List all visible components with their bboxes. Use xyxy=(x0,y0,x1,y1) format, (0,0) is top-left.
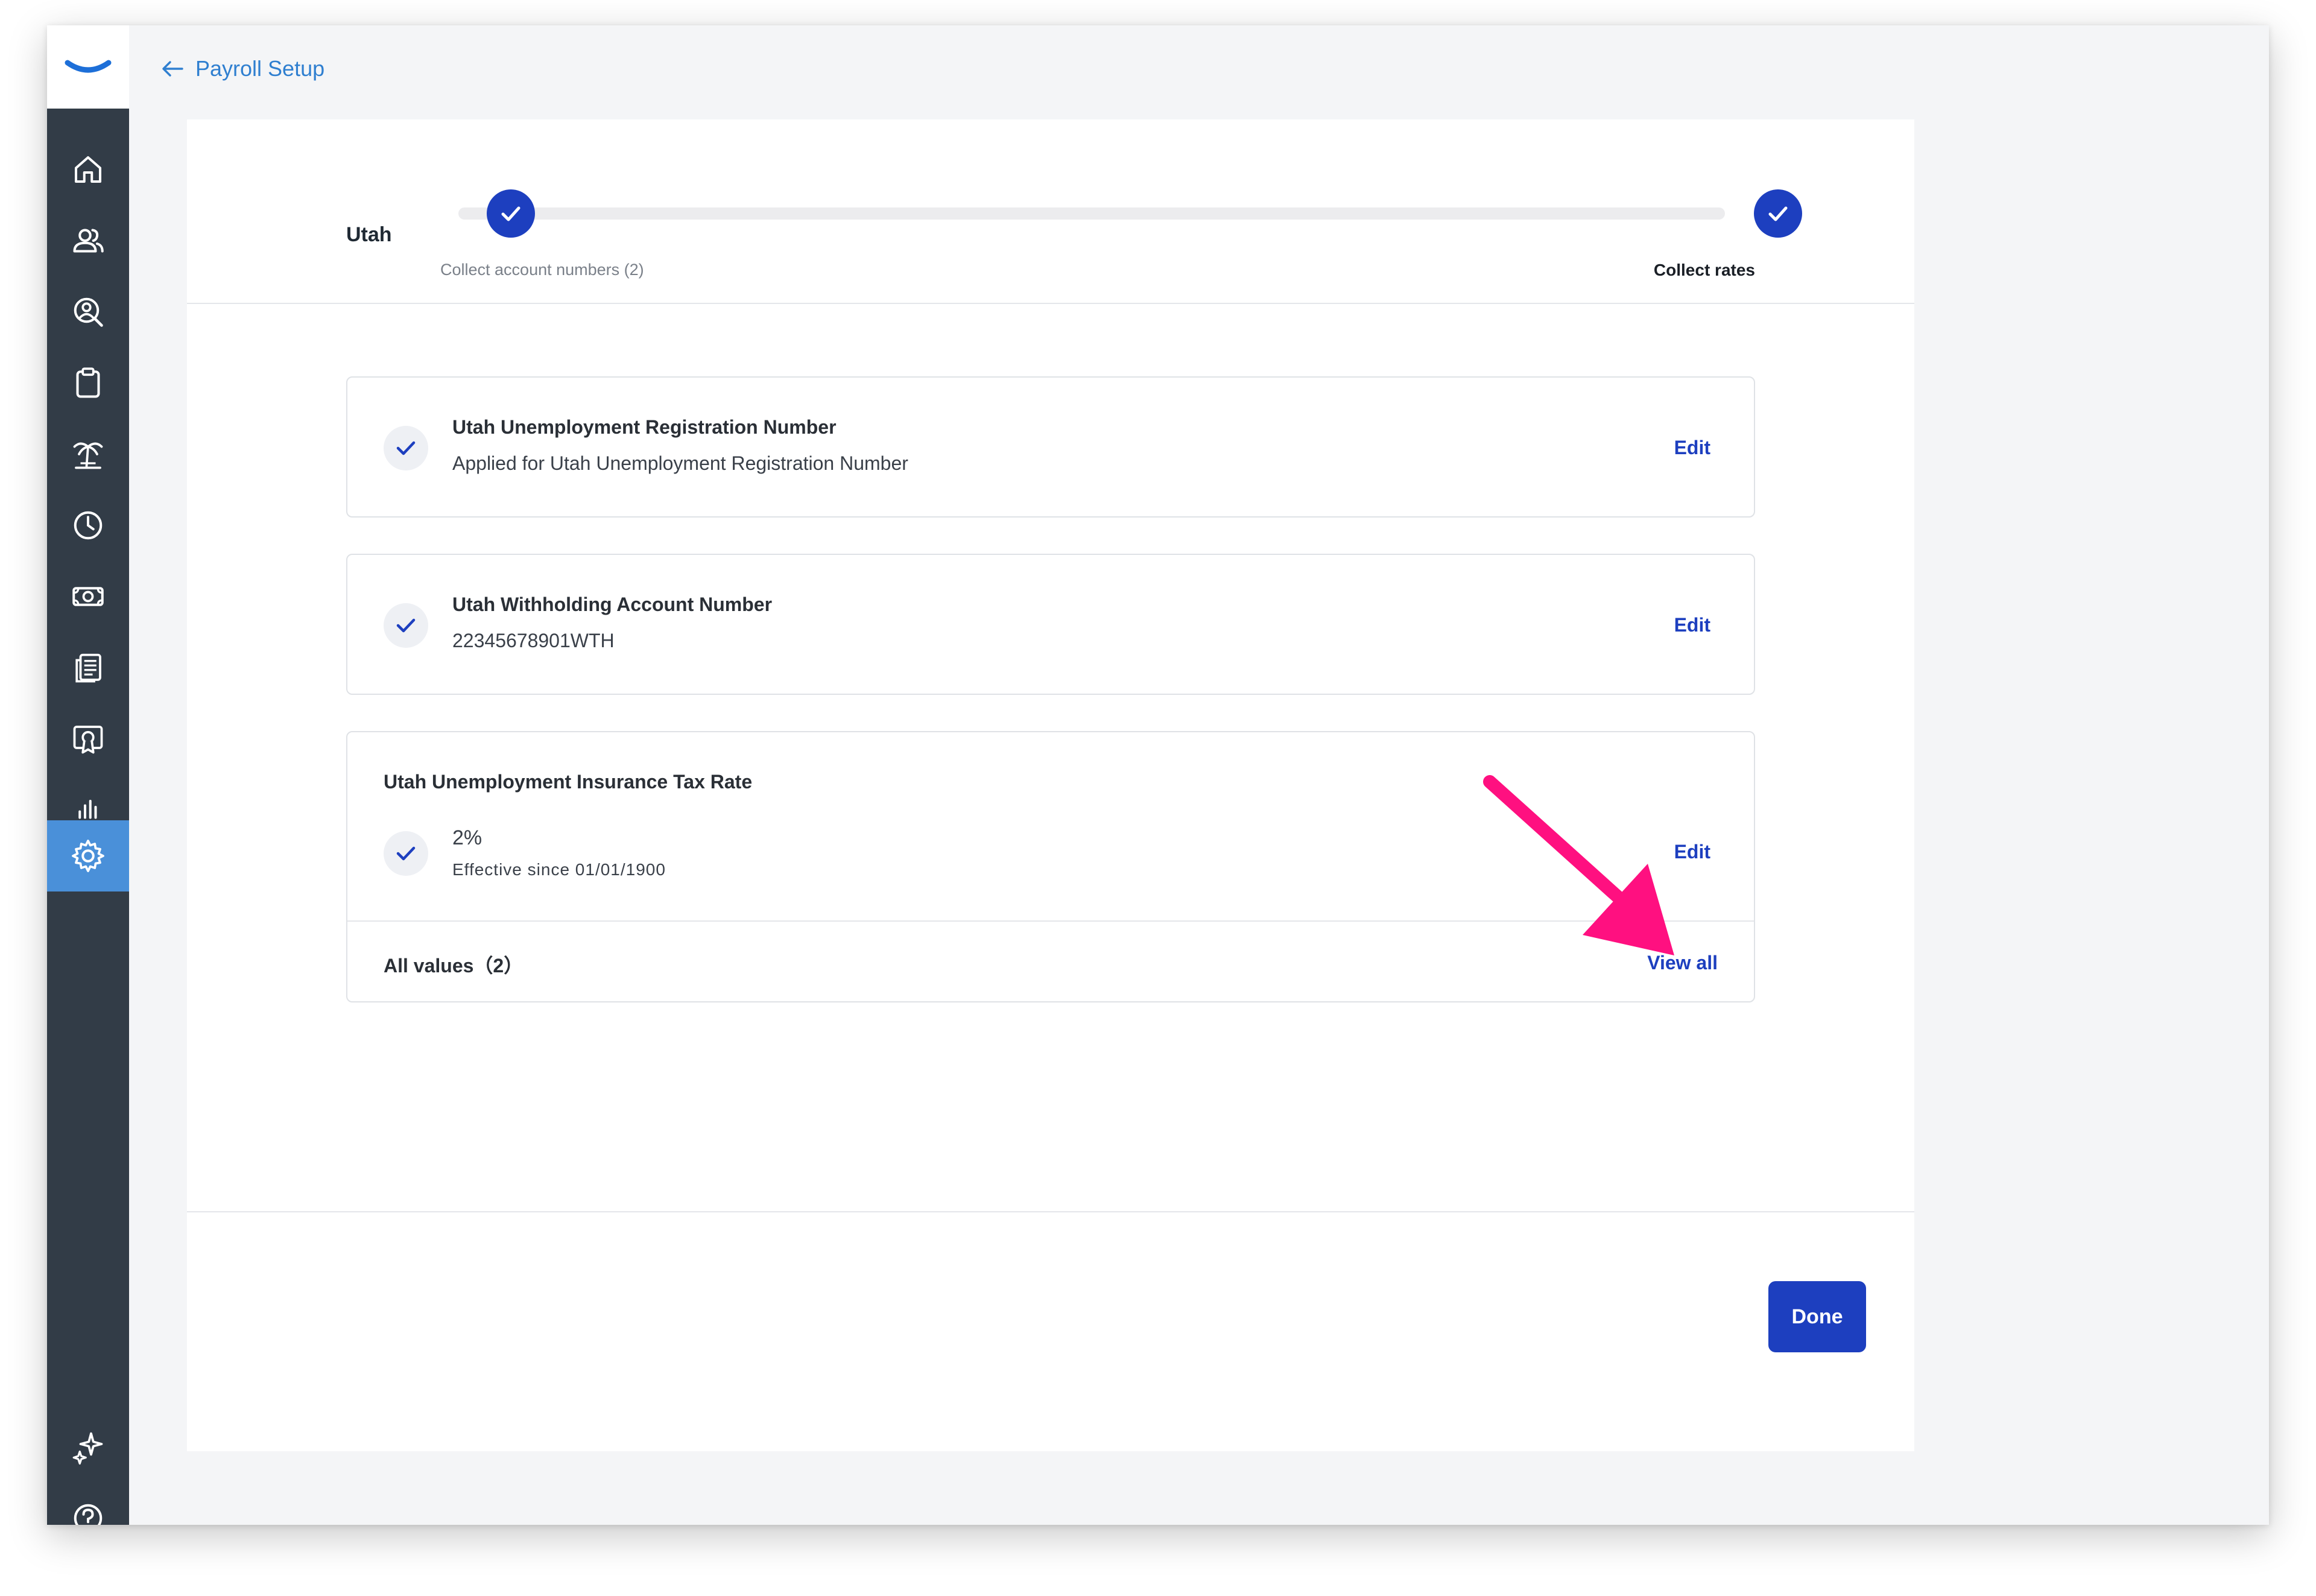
step-2-label: Collect rates xyxy=(1653,261,1755,279)
progress-track xyxy=(458,207,1725,220)
certificate-icon xyxy=(73,726,103,754)
arrow-left-icon xyxy=(162,61,183,77)
checkmark-icon xyxy=(396,618,416,633)
progress-stepper: Utah Collect account numbers (2) Collect… xyxy=(187,119,1914,304)
withholding-account-card: Utah Withholding Account Number 22345678… xyxy=(346,554,1755,695)
step-1-label: Collect account numbers (2) xyxy=(440,261,644,279)
view-all-button[interactable]: View all xyxy=(1647,952,1718,974)
person-search-icon xyxy=(74,297,103,327)
card-divider xyxy=(347,920,1754,922)
all-values-label: All values（2） xyxy=(384,955,524,977)
step-1-complete[interactable] xyxy=(487,189,535,238)
people-icon xyxy=(73,229,104,253)
card-title: Utah Withholding Account Number xyxy=(452,594,773,615)
smile-logo-icon xyxy=(65,60,112,73)
card-subtitle: Applied for Utah Unemployment Registrati… xyxy=(452,452,908,474)
back-link-label: Payroll Setup xyxy=(195,56,325,81)
sidebar-item-tasks[interactable] xyxy=(47,347,129,419)
effective-date: Effective since 01/01/1900 xyxy=(452,860,666,879)
edit-button[interactable]: Edit xyxy=(1674,841,1710,863)
money-icon xyxy=(72,587,104,606)
edit-button[interactable]: Edit xyxy=(1674,437,1710,459)
sidebar-item-ai[interactable] xyxy=(47,1411,129,1483)
sidebar-item-time[interactable] xyxy=(47,490,129,561)
check-bubble xyxy=(384,603,428,648)
state-label: Utah xyxy=(346,223,392,246)
sidebar-item-time-off[interactable] xyxy=(47,419,129,490)
home-icon xyxy=(75,156,101,183)
clipboard-icon xyxy=(76,367,100,398)
sidebar-item-recruit[interactable] xyxy=(47,276,129,347)
account-number: 22345678901WTH xyxy=(452,630,615,651)
check-bubble xyxy=(384,426,428,470)
sidebar-item-documents[interactable] xyxy=(47,632,129,703)
back-to-payroll-setup-link[interactable]: Payroll Setup xyxy=(159,51,324,87)
palm-tree-icon xyxy=(73,442,103,469)
checkmark-icon xyxy=(396,846,416,861)
footer-divider xyxy=(187,1211,1914,1212)
checkmark-icon xyxy=(501,206,520,221)
done-button[interactable]: Done xyxy=(1768,1281,1866,1352)
check-bubble xyxy=(384,831,428,876)
step-2-complete[interactable] xyxy=(1754,189,1802,238)
logo[interactable] xyxy=(47,25,129,109)
sidebar-item-payroll[interactable] xyxy=(47,561,129,632)
sidebar-item-settings[interactable] xyxy=(47,820,129,891)
card-title: Utah Unemployment Registration Number xyxy=(452,416,837,438)
edit-button[interactable]: Edit xyxy=(1674,614,1710,636)
sparkle-icon xyxy=(72,1432,103,1465)
tax-rate-value: 2% xyxy=(452,826,482,849)
sidebar xyxy=(47,25,129,1525)
gear-icon xyxy=(72,840,104,872)
documents-icon xyxy=(75,653,101,683)
sidebar-item-people[interactable] xyxy=(47,205,129,276)
clock-icon xyxy=(74,511,103,540)
app-window: Payroll Setup Utah Collect account numbe… xyxy=(47,25,2269,1525)
sidebar-item-home[interactable] xyxy=(47,134,129,205)
help-icon xyxy=(74,1504,103,1525)
checkmark-icon xyxy=(1768,206,1788,221)
main-panel: Utah Collect account numbers (2) Collect… xyxy=(187,119,1914,1451)
tax-rate-card: Utah Unemployment Insurance Tax Rate 2% … xyxy=(346,731,1755,1002)
checkmark-icon xyxy=(396,441,416,455)
card-title: Utah Unemployment Insurance Tax Rate xyxy=(384,771,753,793)
unemployment-registration-card: Utah Unemployment Registration Number Ap… xyxy=(346,376,1755,518)
sidebar-item-help[interactable] xyxy=(47,1483,129,1525)
sidebar-item-benefits[interactable] xyxy=(47,703,129,774)
